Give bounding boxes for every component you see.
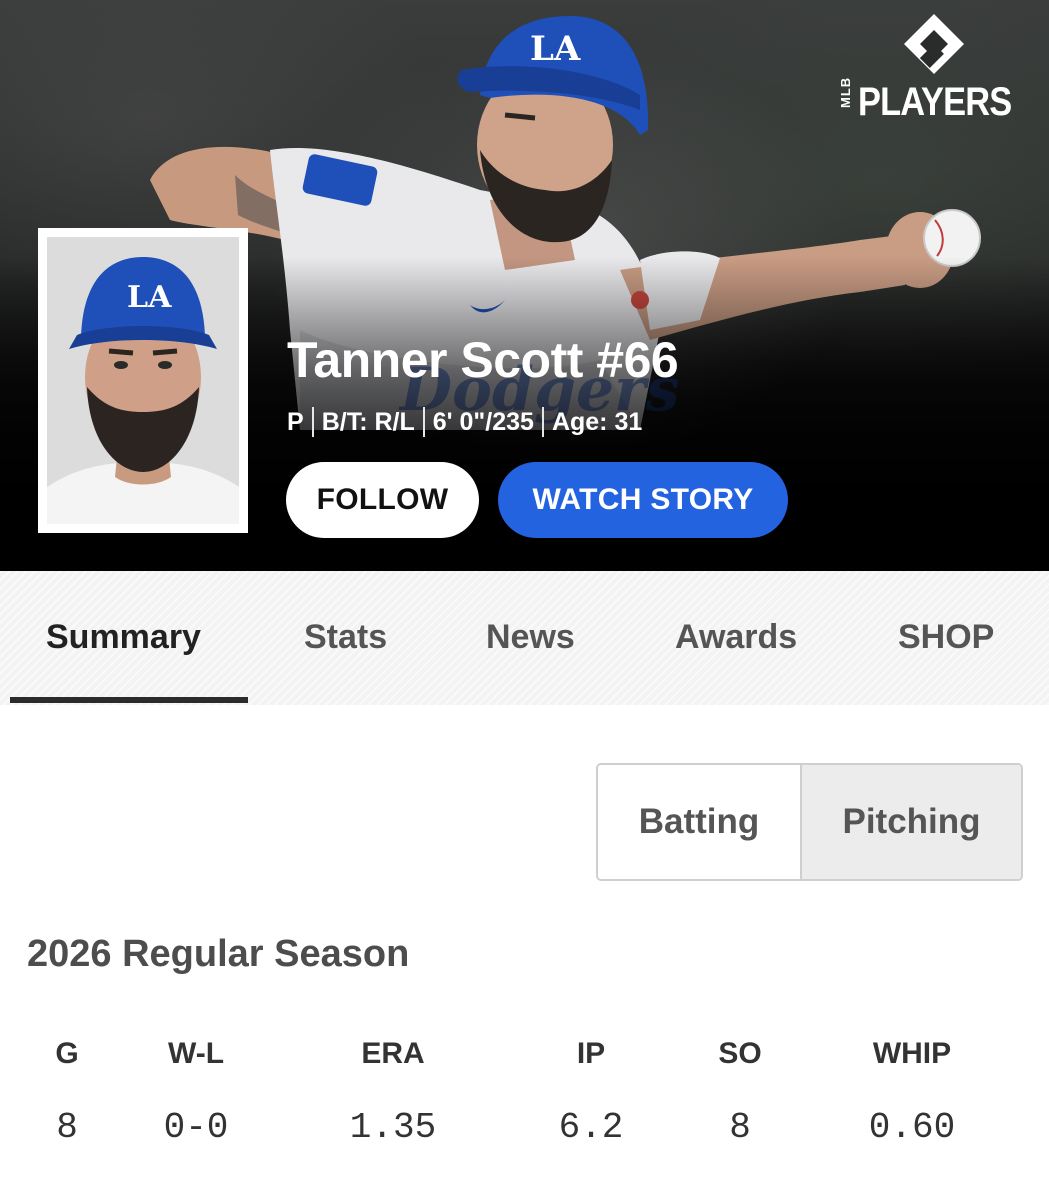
tab-news[interactable]: News <box>486 615 575 659</box>
player-headshot-frame: LA <box>38 228 248 533</box>
tab-shop[interactable]: SHOP <box>898 615 994 659</box>
player-tabs: Summary Stats News Awards SHOP <box>0 571 1049 705</box>
watch-story-button[interactable]: WATCH STORY <box>498 462 788 538</box>
stat-value-so: 8 <box>729 1107 751 1148</box>
tab-summary[interactable]: Summary <box>46 615 201 659</box>
batting-toggle-button[interactable]: Batting <box>598 765 802 879</box>
meta-divider <box>311 407 314 437</box>
mlb-players-logo[interactable]: MLB PLAYERS <box>838 12 1034 124</box>
player-meta: P B/T: R/L 6' 0"/235 Age: 31 <box>287 405 642 439</box>
active-tab-indicator <box>10 697 248 703</box>
stat-header-so: SO <box>718 1037 762 1070</box>
stat-header-era: ERA <box>361 1037 425 1070</box>
tab-awards[interactable]: Awards <box>675 615 797 659</box>
stat-header-whip: WHIP <box>872 1037 952 1070</box>
player-name: Tanner Scott #66 <box>287 332 679 388</box>
brand-players-text: PLAYERS <box>858 80 1012 124</box>
player-position: P <box>287 408 304 436</box>
stat-value-whip: 0.60 <box>868 1107 956 1148</box>
season-title: 2026 Regular Season <box>27 933 410 975</box>
stat-type-toggle: Batting Pitching <box>596 763 1023 881</box>
player-height-weight: 6' 0"/235 <box>432 408 534 436</box>
svg-text:LA: LA <box>127 280 172 315</box>
stat-value-wl: 0-0 <box>163 1107 229 1148</box>
follow-button[interactable]: FOLLOW <box>286 462 479 538</box>
player-age: Age: 31 <box>551 408 643 436</box>
meta-divider <box>541 407 544 437</box>
stat-value-era: 1.35 <box>349 1107 437 1148</box>
player-hero: LA Dodgers MLB PLAYERS <box>0 0 1049 571</box>
tab-stats[interactable]: Stats <box>304 615 387 659</box>
stat-header-wl: W-L <box>167 1037 225 1070</box>
player-bats-throws: B/T: R/L <box>321 408 415 436</box>
brand-mlb-text: MLB <box>838 76 853 108</box>
player-headshot: LA <box>47 237 239 524</box>
pitching-toggle-button[interactable]: Pitching <box>802 765 1021 879</box>
mlb-players-diamond-icon <box>904 14 964 74</box>
meta-divider <box>422 407 425 437</box>
